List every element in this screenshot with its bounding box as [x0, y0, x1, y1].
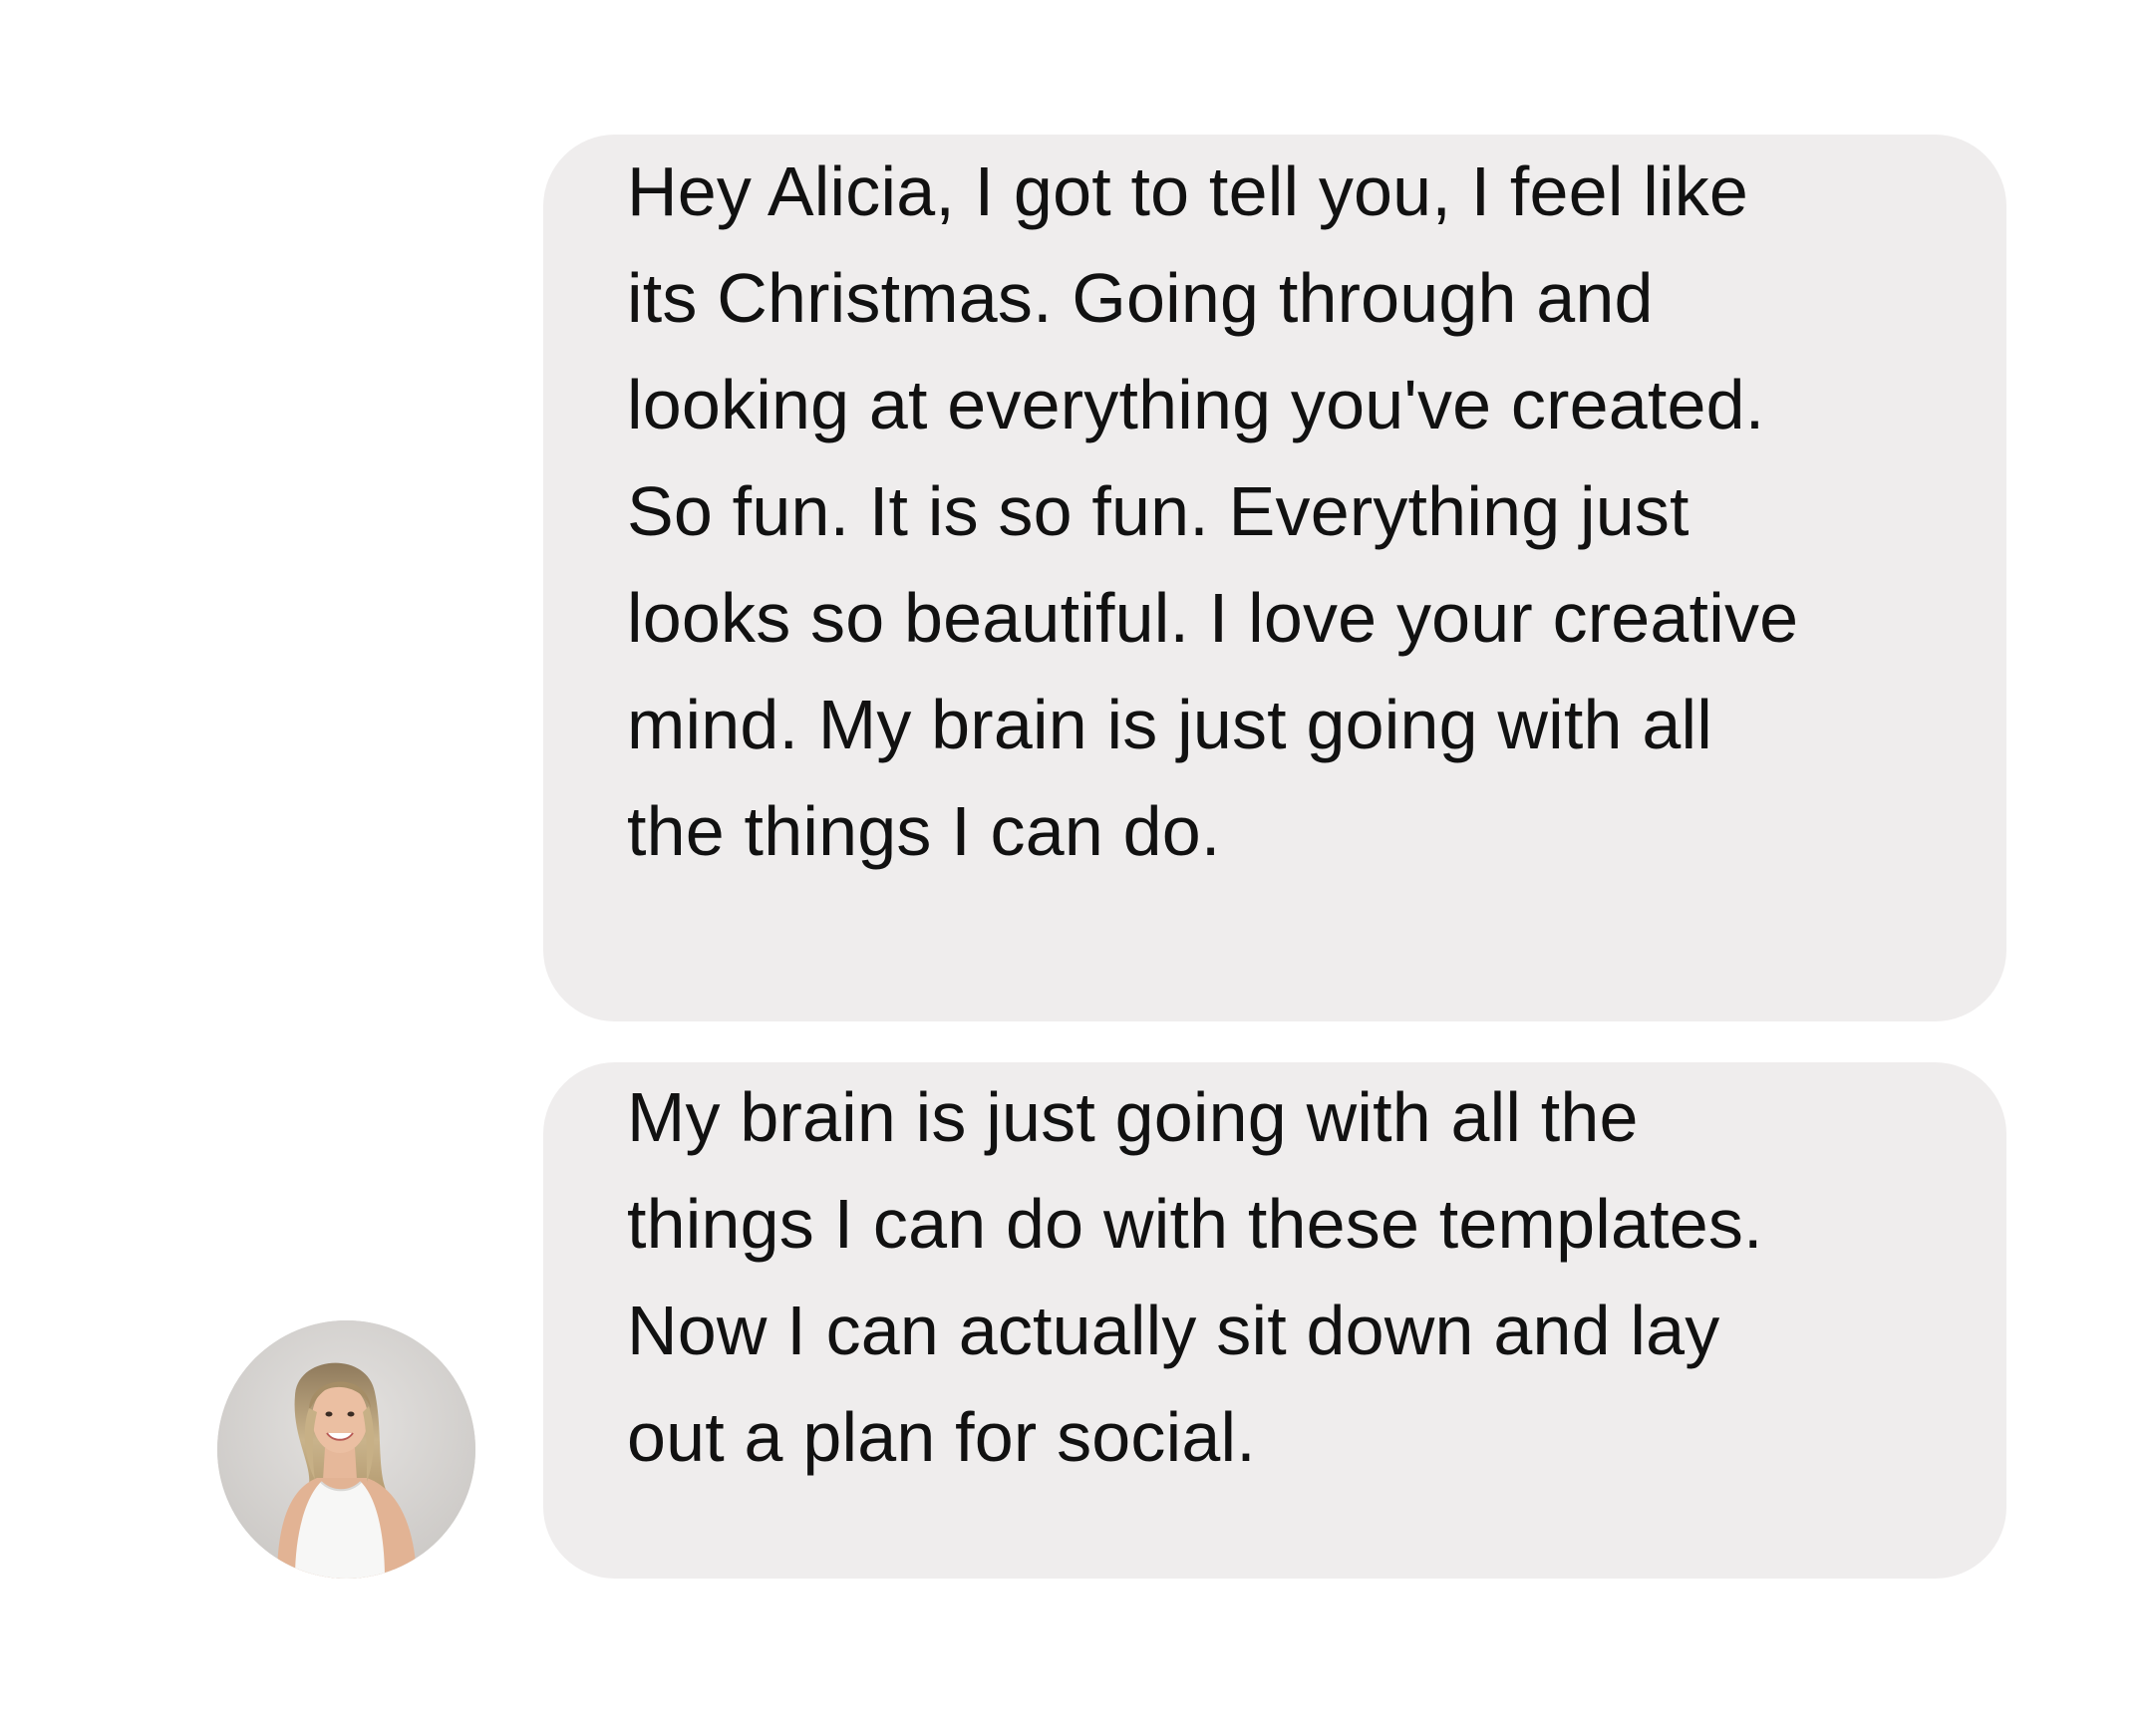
- message-bubble[interactable]: My brain is just going with all the thin…: [543, 1062, 2006, 1579]
- message-line: Now I can actually sit down and lay: [627, 1292, 1720, 1369]
- avatar-photo-icon: [217, 1320, 475, 1579]
- message-line: the things I can do.: [627, 792, 1221, 870]
- message-line: looks so beautiful. I love your creative: [627, 579, 1799, 657]
- message-text: Hey Alicia, I got to tell you, I feel li…: [627, 134, 1927, 885]
- message-line: looking at everything you've created.: [627, 366, 1765, 443]
- sender-avatar[interactable]: [217, 1320, 475, 1579]
- message-text: My brain is just going with all the thin…: [627, 1060, 1927, 1491]
- message-line: out a plan for social.: [627, 1398, 1256, 1476]
- message-line: its Christmas. Going through and: [627, 259, 1654, 337]
- message-line: things I can do with these templates.: [627, 1185, 1763, 1263]
- message-bubble[interactable]: Hey Alicia, I got to tell you, I feel li…: [543, 135, 2006, 1021]
- message-line: mind. My brain is just going with all: [627, 686, 1712, 763]
- message-line: Hey Alicia, I got to tell you, I feel li…: [627, 152, 1749, 230]
- message-line: So fun. It is so fun. Everything just: [627, 472, 1690, 550]
- message-thread: Hey Alicia, I got to tell you, I feel li…: [0, 0, 2153, 1736]
- message-line: My brain is just going with all the: [627, 1078, 1639, 1156]
